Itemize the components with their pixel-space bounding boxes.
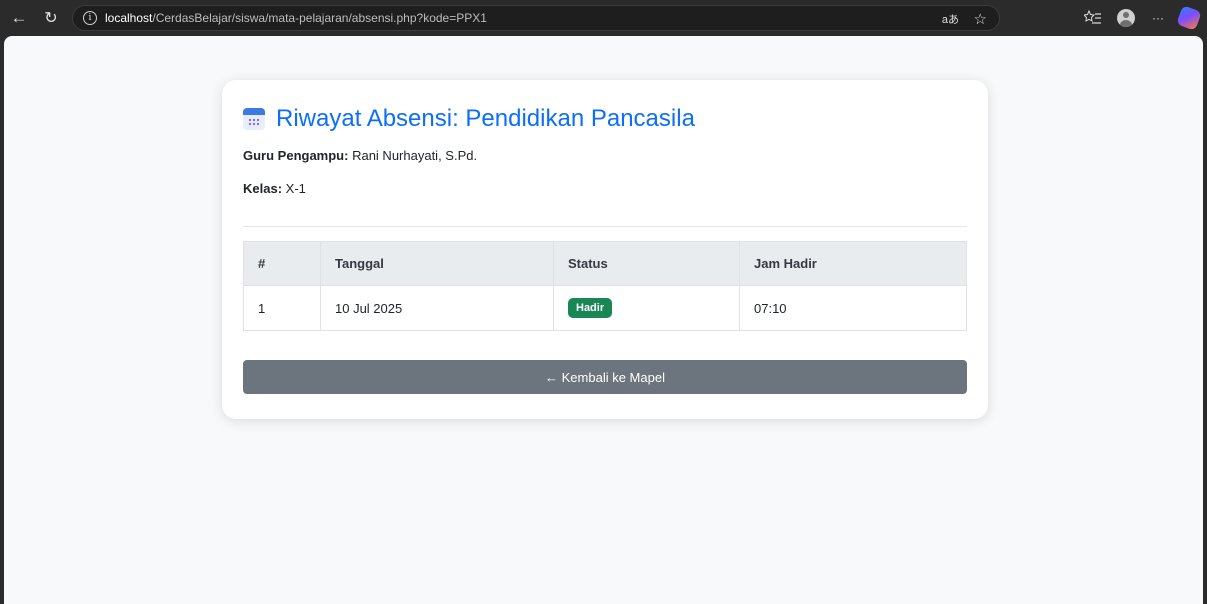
back-to-subject-button[interactable]: ← Kembali ke Mapel <box>243 360 967 394</box>
back-arrow-icon[interactable]: ← <box>6 5 32 31</box>
cell-time: 07:10 <box>739 285 967 331</box>
header-date: Tanggal <box>320 241 554 286</box>
cell-status: Hadir <box>553 285 740 331</box>
more-options-icon[interactable]: ··· <box>1146 0 1170 36</box>
page-title: Riwayat Absensi: Pendidikan Pancasila <box>276 105 695 132</box>
header-status: Status <box>553 241 740 286</box>
class-value: X-1 <box>285 181 306 196</box>
attendance-table: # Tanggal Status Jam Hadir 1 10 Jul 2025… <box>243 241 967 331</box>
page-viewport: Riwayat Absensi: Pendidikan Pancasila Gu… <box>4 36 1203 604</box>
url-path: /CerdasBelajar/siswa/mata-pelajaran/abse… <box>152 11 487 25</box>
cell-date: 10 Jul 2025 <box>320 285 554 331</box>
read-aloud-icon[interactable]: aあ <box>942 6 959 32</box>
table-row: 1 10 Jul 2025 Hadir 07:10 <box>243 285 967 331</box>
url-host: localhost <box>105 11 153 25</box>
title-row: Riwayat Absensi: Pendidikan Pancasila <box>243 102 967 136</box>
profile-button[interactable] <box>1114 0 1138 36</box>
avatar-icon <box>1117 9 1135 27</box>
teacher-label: Guru Pengampu: <box>243 148 349 163</box>
divider <box>243 226 967 227</box>
cell-number: 1 <box>243 285 321 331</box>
favorites-list-icon <box>1084 10 1101 24</box>
table-header-row: # Tanggal Status Jam Hadir <box>243 241 967 286</box>
class-info: Kelas: X-1 <box>243 181 967 196</box>
class-label: Kelas: <box>243 181 283 196</box>
calendar-icon <box>243 108 265 130</box>
copilot-button[interactable] <box>1176 0 1202 36</box>
attendance-card: Riwayat Absensi: Pendidikan Pancasila Gu… <box>222 80 988 419</box>
refresh-icon[interactable]: ↻ <box>38 5 64 31</box>
browser-toolbar: ← ↻ i localhost/CerdasBelajar/siswa/mata… <box>0 0 1207 36</box>
copilot-icon <box>1176 5 1202 31</box>
teacher-info: Guru Pengampu: Rani Nurhayati, S.Pd. <box>243 148 967 163</box>
site-info-icon[interactable]: i <box>83 11 97 25</box>
favorites-icon[interactable] <box>1080 0 1106 36</box>
address-bar[interactable]: i localhost/CerdasBelajar/siswa/mata-pel… <box>72 5 1000 31</box>
teacher-value: Rani Nurhayati, S.Pd. <box>352 148 478 163</box>
status-badge: Hadir <box>568 298 613 318</box>
header-number: # <box>243 241 321 286</box>
header-time: Jam Hadir <box>739 241 967 286</box>
favorite-star-icon[interactable]: ☆ <box>974 6 987 32</box>
